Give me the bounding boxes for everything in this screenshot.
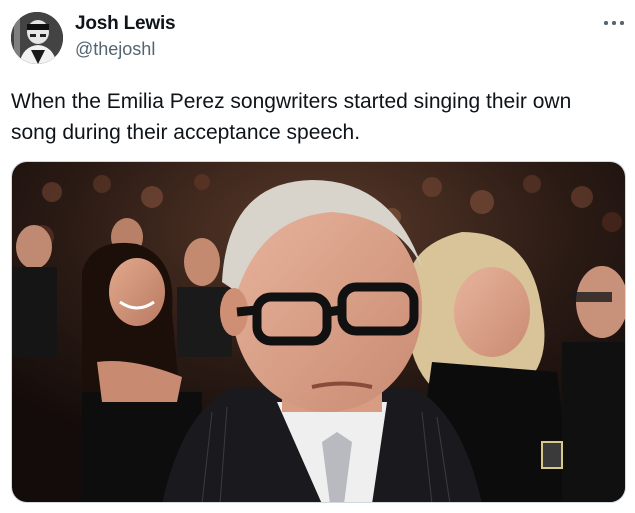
more-options-button[interactable] [601,14,627,30]
more-dot [620,21,624,25]
tweet: Josh Lewis @thejoshl When the Emilia Per… [0,0,635,513]
tweet-media-image[interactable] [11,161,626,503]
more-dot [612,21,616,25]
tweet-text: When the Emilia Perez songwriters starte… [11,90,572,144]
more-horizontal-icon [604,21,608,25]
avatar-image [11,12,63,64]
author-display-name[interactable]: Josh Lewis [75,13,176,35]
author-handle[interactable]: @thejoshl [75,39,155,60]
media-photo [12,162,625,502]
avatar[interactable] [11,12,63,64]
